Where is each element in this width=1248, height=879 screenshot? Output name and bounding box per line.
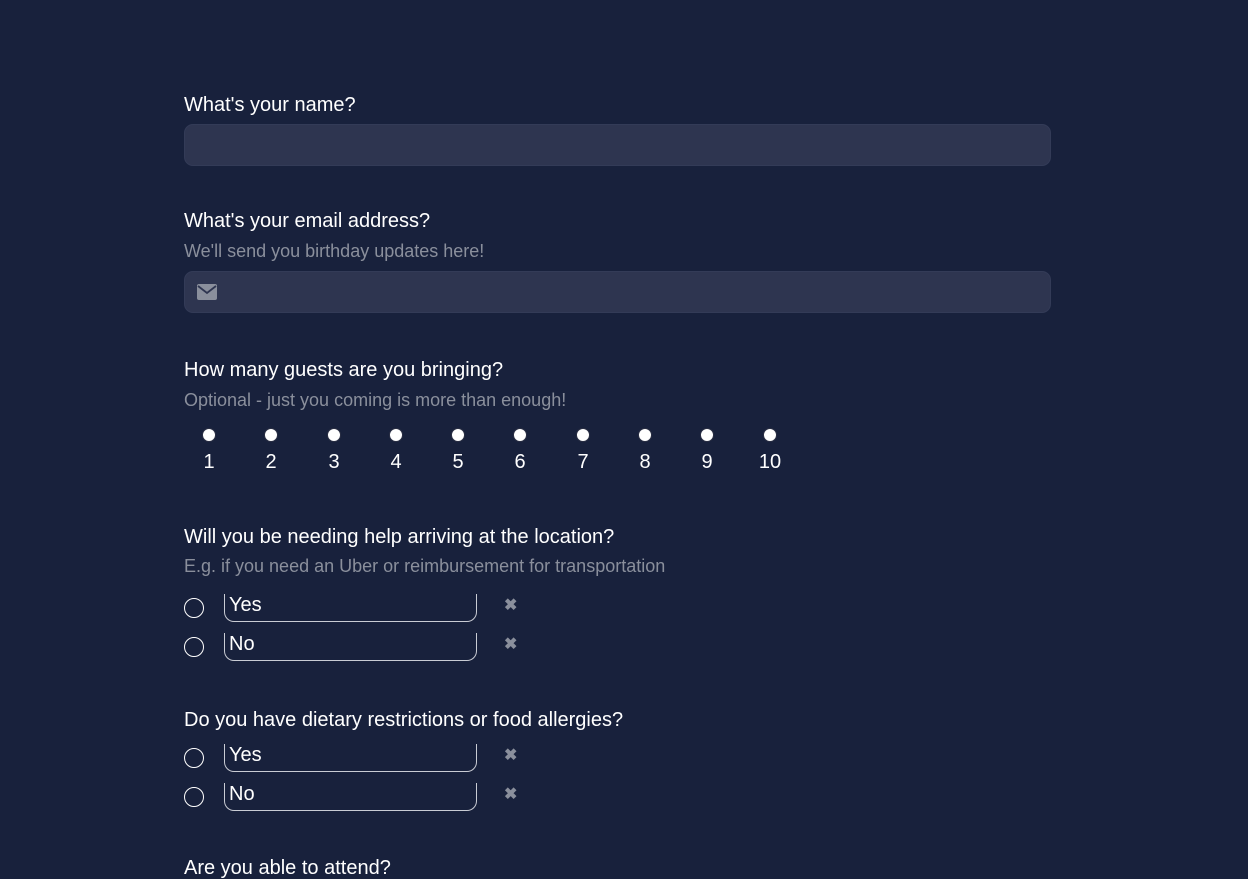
name-input[interactable] — [185, 125, 1050, 165]
radio-button[interactable] — [389, 428, 403, 442]
option-text-field[interactable]: No — [224, 783, 477, 811]
dietary-option-no: No ✖ — [184, 783, 524, 819]
option-label: 4 — [390, 451, 402, 473]
question-label: What's your email address? — [184, 210, 431, 232]
radio-button[interactable] — [184, 748, 204, 768]
radio-button[interactable] — [700, 428, 714, 442]
email-field-box — [184, 271, 1051, 313]
question-attend: Are you able to attend? — [184, 857, 1051, 879]
transport-option-yes: Yes ✖ — [184, 594, 524, 630]
transport-option-no: No ✖ — [184, 633, 524, 669]
option-label: 3 — [328, 451, 340, 473]
option-label: 8 — [639, 451, 651, 473]
email-input[interactable] — [185, 272, 1050, 312]
option-label: Yes — [229, 594, 262, 616]
question-help: We'll send you birthday updates here! — [184, 241, 485, 261]
remove-option-icon[interactable]: ✖ — [504, 747, 517, 765]
guest-option-1[interactable]: 1 — [184, 428, 224, 478]
remove-option-icon[interactable]: ✖ — [504, 597, 517, 615]
radio-button[interactable] — [638, 428, 652, 442]
option-label: 9 — [701, 451, 713, 473]
dietary-option-yes: Yes ✖ — [184, 744, 524, 780]
option-label: 1 — [203, 451, 215, 473]
option-label: 6 — [514, 451, 526, 473]
radio-button[interactable] — [184, 787, 204, 807]
question-help: E.g. if you need an Uber or reimbursemen… — [184, 556, 666, 576]
option-label: 7 — [577, 451, 589, 473]
radio-button[interactable] — [451, 428, 465, 442]
option-label: Yes — [229, 744, 262, 766]
option-text-field[interactable]: Yes — [224, 594, 477, 622]
option-label: 2 — [265, 451, 277, 473]
option-label: 10 — [758, 451, 782, 473]
question-label: Will you be needing help arriving at the… — [184, 526, 615, 548]
option-text-field[interactable]: No — [224, 633, 477, 661]
question-name: What's your name? — [184, 94, 1051, 166]
radio-button[interactable] — [202, 428, 216, 442]
question-label: What's your name? — [184, 94, 356, 116]
radio-button[interactable] — [763, 428, 777, 442]
guest-option-7[interactable]: 7 — [558, 428, 598, 478]
radio-button[interactable] — [264, 428, 278, 442]
question-label: How many guests are you bringing? — [184, 359, 504, 381]
guest-option-9[interactable]: 9 — [682, 428, 722, 478]
radio-button[interactable] — [513, 428, 527, 442]
radio-button[interactable] — [184, 598, 204, 618]
remove-option-icon[interactable]: ✖ — [504, 786, 517, 804]
radio-button[interactable] — [327, 428, 341, 442]
guest-option-10[interactable]: 10 — [745, 428, 785, 478]
guest-option-5[interactable]: 5 — [433, 428, 473, 478]
remove-option-icon[interactable]: ✖ — [504, 636, 517, 654]
guest-option-8[interactable]: 8 — [620, 428, 660, 478]
question-dietary: Do you have dietary restrictions or food… — [184, 709, 1051, 811]
radio-button[interactable] — [184, 637, 204, 657]
guest-option-6[interactable]: 6 — [495, 428, 535, 478]
question-email: What's your email address? We'll send yo… — [184, 210, 1051, 313]
option-label: No — [229, 783, 255, 805]
question-label: Are you able to attend? — [184, 857, 391, 879]
guest-option-3[interactable]: 3 — [309, 428, 349, 478]
option-text-field[interactable]: Yes — [224, 744, 477, 772]
radio-button[interactable] — [576, 428, 590, 442]
option-label: 5 — [452, 451, 464, 473]
question-guests: How many guests are you bringing? Option… — [184, 359, 1051, 472]
option-label: No — [229, 633, 255, 655]
question-help: Optional - just you coming is more than … — [184, 390, 567, 410]
question-transport: Will you be needing help arriving at the… — [184, 526, 1051, 661]
question-label: Do you have dietary restrictions or food… — [184, 709, 624, 731]
guest-option-2[interactable]: 2 — [246, 428, 286, 478]
guest-option-4[interactable]: 4 — [371, 428, 411, 478]
name-field-box — [184, 124, 1051, 166]
